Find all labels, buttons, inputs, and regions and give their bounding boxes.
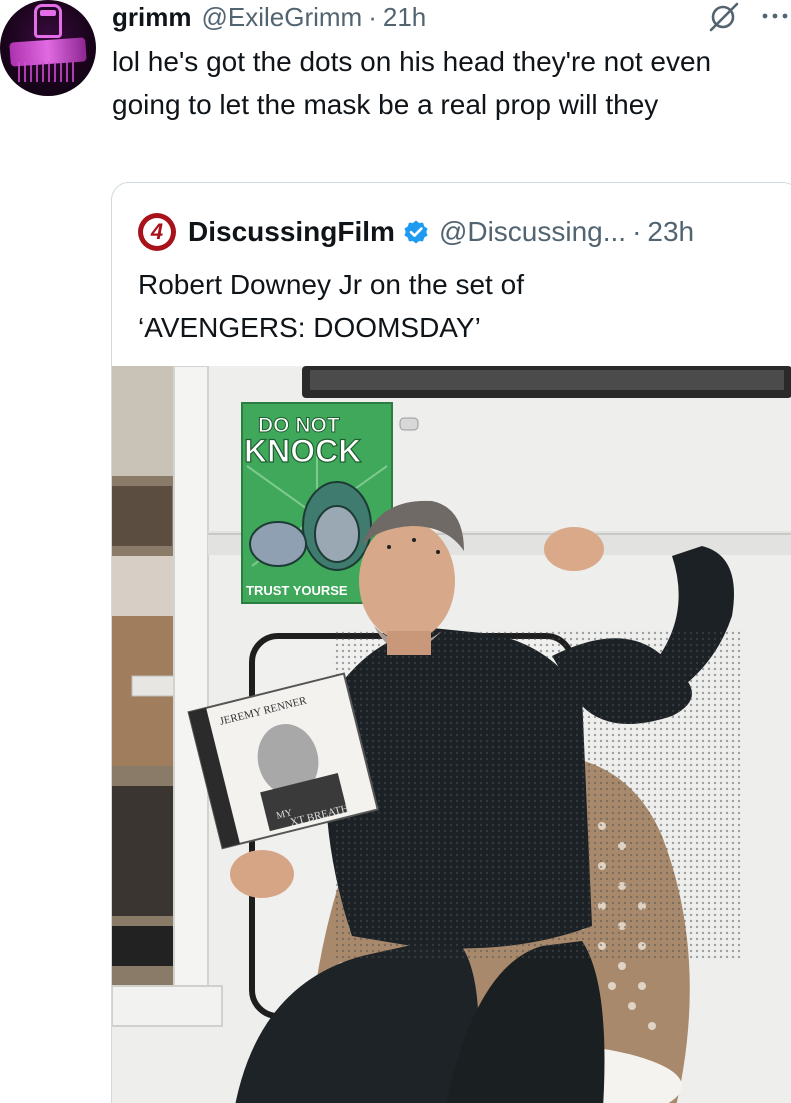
quote-photo[interactable]: DO NOT KNOCK TRUST YOURSE JEREMY RENNER …: [112, 366, 791, 1103]
more-dots-icon[interactable]: [760, 4, 790, 28]
verified-badge-icon: [404, 220, 428, 244]
quote-separator-dot: ·: [632, 216, 642, 247]
tweet[interactable]: grimm @ExileGrimm · 21h lol he's got the…: [0, 0, 791, 1103]
avatar-fist-detail: [40, 10, 56, 16]
quote-header: 4 DiscussingFilm @Discussing... · 23h: [138, 213, 694, 251]
separator-dot: ·: [368, 1, 377, 32]
tweet-text: lol he's got the dots on his head they'r…: [112, 46, 712, 120]
poster-footer: TRUST YOURSE: [246, 583, 348, 598]
discussingfilm-logo-icon[interactable]: 4: [138, 213, 176, 251]
avatar[interactable]: [0, 0, 96, 96]
timestamp[interactable]: 21h: [383, 2, 426, 33]
quote-text: Robert Downey Jr on the set of ‘AVENGERS…: [138, 263, 738, 349]
poster-line2: KNOCK: [244, 433, 361, 469]
quote-text-line1: Robert Downey Jr on the set of: [138, 269, 524, 300]
quote-timestamp[interactable]: 23h: [647, 216, 694, 248]
quote-tweet-card[interactable]: 4 DiscussingFilm @Discussing... · 23h Ro…: [111, 182, 791, 1103]
grok-icon[interactable]: [706, 2, 740, 32]
avatar-texture: [18, 62, 78, 82]
tweet-header: grimm @ExileGrimm · 21h: [112, 0, 426, 34]
user-handle[interactable]: @ExileGrimm: [201, 2, 362, 33]
logo-text: 4: [150, 219, 164, 244]
quote-handle[interactable]: @Discussing...: [439, 216, 626, 248]
quote-display-name[interactable]: DiscussingFilm: [188, 216, 395, 248]
quote-text-line2: ‘AVENGERS: DOOMSDAY’: [138, 312, 481, 343]
photo-illustration: DO NOT KNOCK TRUST YOURSE JEREMY RENNER …: [112, 366, 791, 1103]
display-name[interactable]: grimm: [112, 2, 191, 33]
